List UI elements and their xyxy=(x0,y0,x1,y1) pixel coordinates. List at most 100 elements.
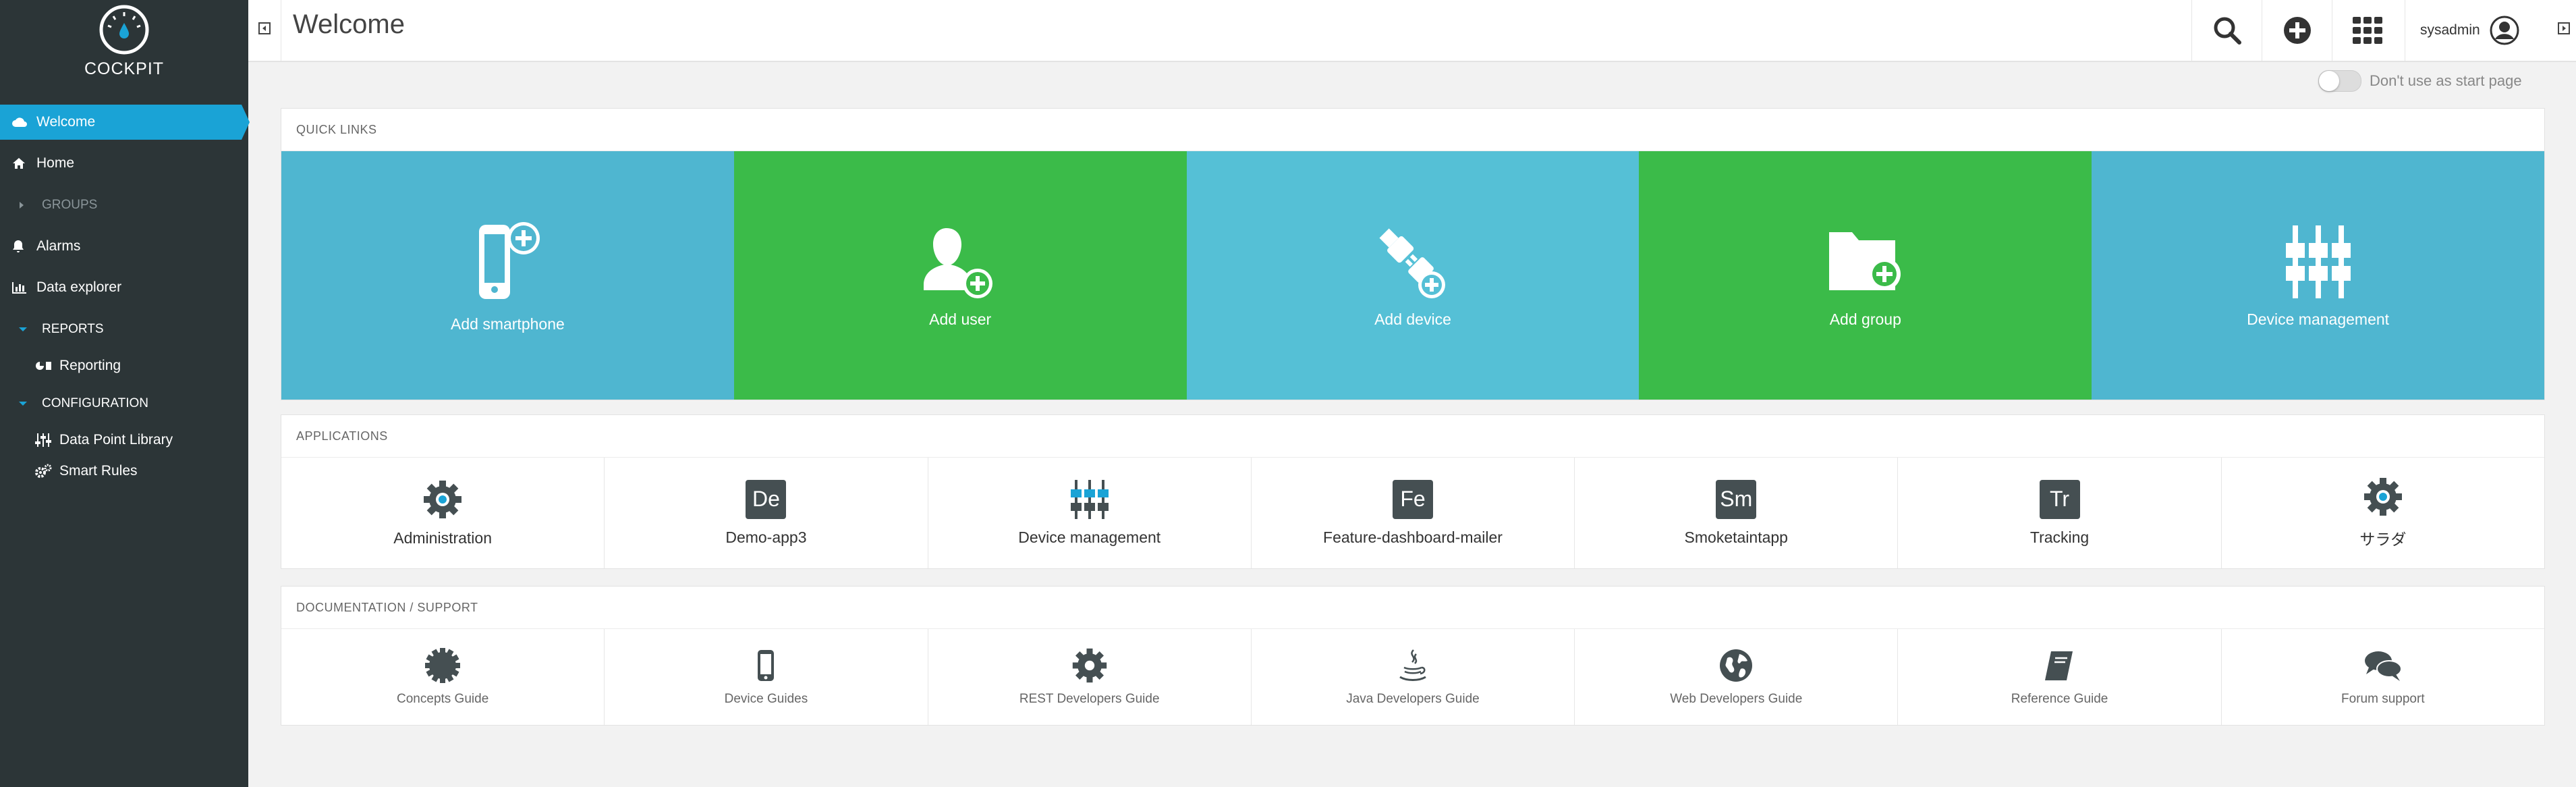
app-label: Feature-dashboard-mailer xyxy=(1323,528,1503,546)
app-label: Tracking xyxy=(2029,528,2090,546)
gear-icon xyxy=(1072,648,1107,683)
sidebar-item-label: Smart Rules xyxy=(59,463,138,479)
sidebar-item-groups[interactable]: GROUPS xyxy=(0,188,248,223)
doc-web-developers-guide[interactable]: Web Developers Guide xyxy=(1575,629,1899,725)
sliders-icon xyxy=(1070,479,1109,519)
phone-icon xyxy=(758,650,775,681)
doc-java-developers-guide[interactable]: Java Developers Guide xyxy=(1252,629,1575,725)
quick-link-add-device[interactable]: Add device xyxy=(1186,151,1640,400)
app-label: Smoketaintapp xyxy=(1684,528,1788,546)
app-badge: Fe xyxy=(1392,479,1433,519)
grid-icon xyxy=(2353,17,2382,44)
app-label: Demo-app3 xyxy=(725,528,807,546)
search-button[interactable] xyxy=(2191,0,2262,61)
bell-icon xyxy=(12,240,36,253)
quick-link-device-management[interactable]: Device management xyxy=(2092,151,2544,400)
app-device-management[interactable]: Device management xyxy=(928,458,1252,568)
sidebar-item-label: GROUPS xyxy=(42,198,98,212)
doc-device-guides[interactable]: Device Guides xyxy=(605,629,928,725)
sidebar-item-data-point-library[interactable]: Data Point Library xyxy=(0,423,248,458)
gear-icon xyxy=(2363,478,2402,516)
sidebar: COCKPIT Welcome Home GROUPS Alarms Data … xyxy=(0,0,250,787)
doc-label: Web Developers Guide xyxy=(1670,692,1803,706)
app-badge: Sm xyxy=(1716,479,1757,519)
gear-icon xyxy=(424,480,462,518)
java-icon xyxy=(1399,649,1426,681)
app-label: Device management xyxy=(1018,528,1161,546)
doc-rest-developers-guide[interactable]: REST Developers Guide xyxy=(928,629,1252,725)
app-badge: De xyxy=(746,479,787,519)
sidebar-item-welcome[interactable]: Welcome xyxy=(0,105,250,140)
collapse-right-panel-icon[interactable] xyxy=(2557,22,2571,35)
doc-label: Forum support xyxy=(2341,692,2425,706)
sidebar-item-label: CONFIGURATION xyxy=(42,396,148,410)
sliders-icon xyxy=(35,433,59,447)
quick-link-add-smartphone[interactable]: Add smartphone xyxy=(281,151,734,400)
cloud-icon xyxy=(12,117,36,128)
app-tracking[interactable]: Tr Tracking xyxy=(1898,458,2222,568)
app-badge: Tr xyxy=(2039,479,2080,519)
doc-reference-guide[interactable]: Reference Guide xyxy=(1898,629,2222,725)
sidebar-item-label: Home xyxy=(36,155,75,171)
sidebar-section-reports[interactable]: REPORTS xyxy=(0,312,248,347)
search-icon xyxy=(2214,17,2241,45)
sidebar-item-label: REPORTS xyxy=(42,322,104,336)
start-page-toggle[interactable] xyxy=(2318,70,2361,92)
chevron-right-icon xyxy=(19,202,42,209)
app-name: COCKPIT xyxy=(84,59,165,78)
user-add-icon xyxy=(924,227,993,298)
user-menu[interactable]: sysadmin xyxy=(2405,0,2540,61)
brand[interactable]: COCKPIT xyxy=(0,0,248,101)
sidebar-item-label: Alarms xyxy=(36,238,81,254)
report-icon xyxy=(35,360,59,372)
sidebar-item-alarms[interactable]: Alarms xyxy=(0,229,248,264)
collapse-sidebar-icon[interactable] xyxy=(258,22,271,35)
panel-heading: APPLICATIONS xyxy=(281,415,2544,458)
home-icon xyxy=(12,157,36,169)
doc-forum-support[interactable]: Forum support xyxy=(2222,629,2544,725)
app-feature-dashboard-mailer[interactable]: Fe Feature-dashboard-mailer xyxy=(1252,458,1575,568)
panel-heading: QUICK LINKS xyxy=(281,109,2544,151)
sidebar-item-label: Welcome xyxy=(36,114,96,130)
toggle-knob xyxy=(2319,71,2339,91)
sidebar-item-home[interactable]: Home xyxy=(0,146,248,181)
documentation-panel: DOCUMENTATION / SUPPORT Concepts Guide D… xyxy=(281,586,2545,726)
app-switcher-button[interactable] xyxy=(2332,0,2403,61)
badge-icon xyxy=(425,648,461,683)
applications-panel: APPLICATIONS Administration De Demo-app3 xyxy=(281,414,2545,569)
panel-heading: DOCUMENTATION / SUPPORT xyxy=(281,587,2544,629)
page-title: Welcome xyxy=(293,9,405,39)
doc-label: Device Guides xyxy=(724,692,808,706)
cogs-icon xyxy=(35,464,59,479)
add-button[interactable] xyxy=(2262,0,2332,61)
doc-concepts-guide[interactable]: Concepts Guide xyxy=(281,629,605,725)
doc-label: Reference Guide xyxy=(2011,692,2108,706)
bar-chart-icon xyxy=(12,281,36,294)
toggle-label: Don't use as start page xyxy=(2370,72,2522,89)
sidebar-section-configuration[interactable]: CONFIGURATION xyxy=(0,386,248,421)
sidebar-item-label: Reporting xyxy=(59,358,121,373)
top-bar: Welcome sysadmin xyxy=(248,0,2576,62)
app-demo-app3[interactable]: De Demo-app3 xyxy=(605,458,928,568)
sidebar-item-smart-rules[interactable]: Smart Rules xyxy=(0,454,248,489)
sidebar-item-reporting[interactable]: Reporting xyxy=(0,348,248,383)
quick-link-label: Device management xyxy=(2247,310,2390,328)
globe-icon xyxy=(1720,649,1753,682)
app-label: サラダ xyxy=(2359,531,2407,548)
quick-links-panel: QUICK LINKS Add smartphone Add user Add … xyxy=(281,108,2545,400)
app-salad[interactable]: サラダ xyxy=(2222,458,2544,568)
plus-circle-icon xyxy=(2284,17,2311,44)
sidebar-item-data-explorer[interactable]: Data explorer xyxy=(0,270,248,305)
doc-label: Java Developers Guide xyxy=(1346,692,1480,706)
sidebar-item-label: Data Point Library xyxy=(59,432,173,447)
sidebar-item-label: Data explorer xyxy=(36,279,122,295)
app-administration[interactable]: Administration xyxy=(281,458,605,568)
doc-label: Concepts Guide xyxy=(397,692,489,706)
quick-link-add-group[interactable]: Add group xyxy=(1639,151,2092,400)
quick-link-add-user[interactable]: Add user xyxy=(733,151,1187,400)
quick-link-label: Add smartphone xyxy=(451,315,565,333)
quick-link-label: Add device xyxy=(1374,310,1451,328)
chat-icon xyxy=(2364,651,2402,681)
chevron-down-icon xyxy=(19,327,42,332)
app-smoketaintapp[interactable]: Sm Smoketaintapp xyxy=(1575,458,1899,568)
